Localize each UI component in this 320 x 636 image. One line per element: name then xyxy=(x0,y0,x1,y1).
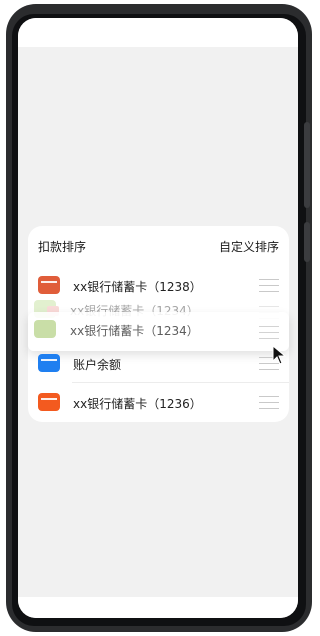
dragged-item-label: xx银行储蓄卡（1234） xyxy=(70,324,199,338)
deduction-order-card: 扣款排序 自定义排序 xx银行储蓄卡（1238） xx银行储蓄卡（1234） x… xyxy=(28,226,289,422)
navigation-bar xyxy=(18,597,298,618)
custom-sort-button[interactable]: 自定义排序 xyxy=(219,238,279,255)
bank-card-icon xyxy=(34,320,56,338)
deduction-order-title: 扣款排序 xyxy=(38,240,87,254)
volume-button xyxy=(304,122,310,208)
wallet-icon xyxy=(38,354,60,372)
drag-handle-icon[interactable] xyxy=(259,326,279,340)
list-item-card-1236[interactable]: xx银行储蓄卡（1236） xyxy=(28,383,289,422)
mouse-pointer-icon xyxy=(272,345,286,365)
power-button xyxy=(304,222,310,262)
list-item-account-balance[interactable]: 账户余额 xyxy=(28,344,289,383)
list-item-label: 账户余额 xyxy=(73,358,122,372)
card-header: 扣款排序 自定义排序 xyxy=(28,226,289,266)
list-item-label: xx银行储蓄卡（1236） xyxy=(73,397,202,411)
phone-screen: 扣款排序 自定义排序 xx银行储蓄卡（1238） xx银行储蓄卡（1234） x… xyxy=(18,18,298,618)
drag-handle-icon[interactable] xyxy=(259,279,279,293)
drag-handle-icon[interactable] xyxy=(259,396,279,410)
bank-card-icon xyxy=(38,393,60,411)
status-bar xyxy=(18,18,298,47)
